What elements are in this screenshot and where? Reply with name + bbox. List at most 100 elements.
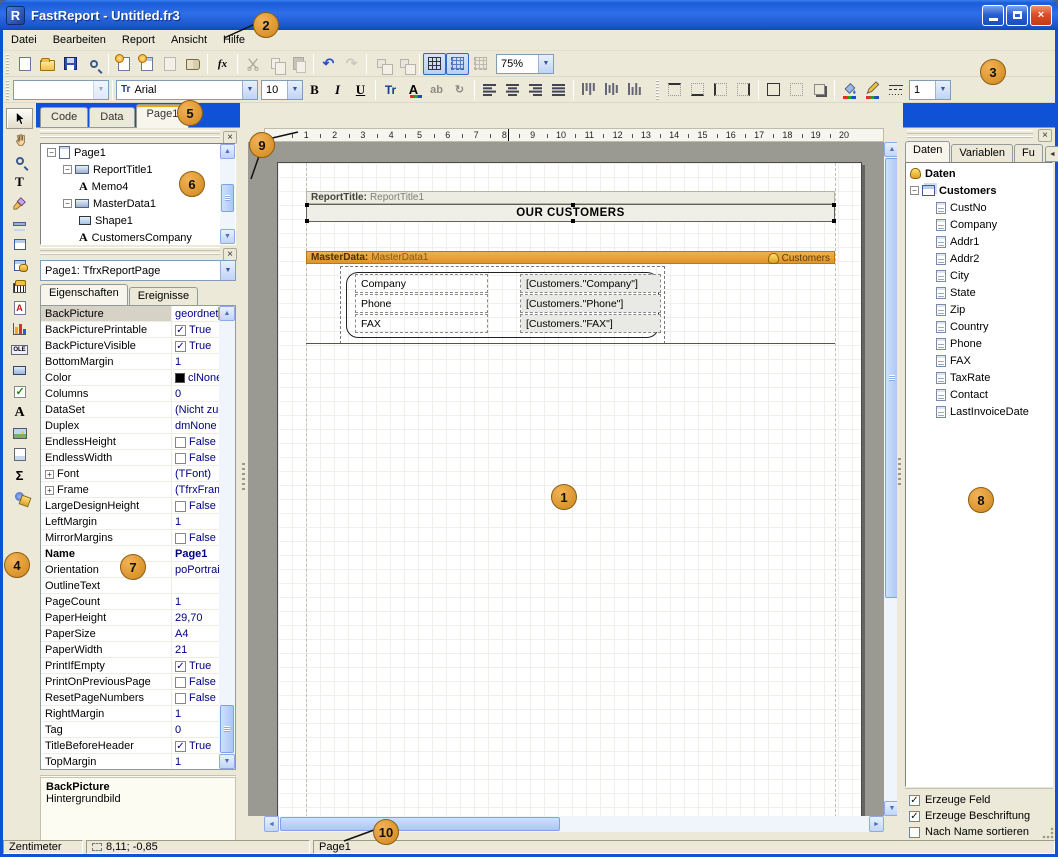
menu-hilfe[interactable]: Hilfe <box>215 32 253 48</box>
property-row-backpicture[interactable]: BackPicturegeordnet)... <box>41 306 235 322</box>
font-settings-button[interactable]: Tr <box>379 79 402 101</box>
insert-sum-button[interactable]: Σ <box>6 465 33 486</box>
tree-item-customerscompany[interactable]: ACustomersCompany <box>41 229 235 245</box>
line-color-button[interactable] <box>861 79 884 101</box>
report-title-memo[interactable]: OUR CUSTOMERS <box>306 204 835 222</box>
property-row-leftmargin[interactable]: LeftMargin1 <box>41 514 235 530</box>
property-row-endlesswidth[interactable]: EndlessWidthFalse <box>41 450 235 466</box>
property-row-backpicturevisible[interactable]: BackPictureVisible✓True <box>41 338 235 354</box>
field-item-taxrate[interactable]: TaxRate <box>906 369 1052 386</box>
tab-scroll-left-icon[interactable]: ◄ <box>1045 146 1058 162</box>
collapse-icon[interactable]: − <box>63 199 72 208</box>
align-top-button[interactable] <box>577 79 600 101</box>
object-selector-combobox[interactable]: Page1: TfrxReportPage ▼ <box>40 260 236 281</box>
property-row-rightmargin[interactable]: RightMargin1 <box>41 706 235 722</box>
frame-right-button[interactable] <box>732 79 755 101</box>
ungroup-button[interactable] <box>393 53 416 75</box>
insert-chart-button[interactable] <box>6 318 33 339</box>
memo-label-fax[interactable]: FAX <box>356 315 487 332</box>
memo-label-company[interactable]: Company <box>356 275 487 292</box>
canvas-hscrollbar[interactable]: ◄ ► <box>264 816 884 832</box>
collapse-icon[interactable]: − <box>47 148 56 157</box>
scrollbar-thumb[interactable] <box>221 184 234 212</box>
option-erzeuge-beschriftung[interactable]: ✓Erzeuge Beschriftung <box>907 808 1051 824</box>
expand-icon[interactable]: + <box>45 486 54 495</box>
frame-bottom-button[interactable] <box>686 79 709 101</box>
checkbox-icon[interactable] <box>175 693 186 704</box>
group-button[interactable] <box>370 53 393 75</box>
property-row-mirrormargins[interactable]: MirrorMarginsFalse <box>41 530 235 546</box>
chevron-down-icon[interactable]: ▼ <box>538 55 553 73</box>
menu-report[interactable]: Report <box>114 32 163 48</box>
insert-draw-button[interactable] <box>6 486 33 507</box>
checkbox-icon[interactable]: ✓ <box>175 741 186 752</box>
memo-field-fax[interactable]: [Customers."FAX"] <box>521 315 660 332</box>
insert-checkbox-button[interactable] <box>6 381 33 402</box>
field-item-fax[interactable]: FAX <box>906 352 1052 369</box>
hand-tool[interactable] <box>6 129 33 150</box>
save-report-button[interactable] <box>59 53 82 75</box>
horizontal-ruler[interactable]: 1234567891011121314151617181920 <box>264 128 884 142</box>
property-row-endlessheight[interactable]: EndlessHeightFalse <box>41 434 235 450</box>
tab-ereignisse[interactable]: Ereignisse <box>129 287 198 305</box>
cut-button[interactable] <box>241 53 264 75</box>
tab-daten[interactable]: Daten <box>905 141 950 162</box>
minimize-button[interactable] <box>982 5 1004 26</box>
close-button[interactable]: × <box>1030 5 1052 26</box>
scroll-up-icon[interactable]: ▲ <box>219 306 235 321</box>
tab-fu[interactable]: Fu <box>1014 144 1043 162</box>
frame-all-button[interactable] <box>762 79 785 101</box>
tree-item-masterdata1[interactable]: −MasterData1 <box>41 195 235 212</box>
chevron-down-icon[interactable]: ▼ <box>93 81 108 99</box>
pane-grab-bar[interactable] <box>40 247 220 257</box>
align-middle-button[interactable] <box>600 79 623 101</box>
tree-item-page1[interactable]: −Page1 <box>41 144 235 161</box>
property-row-papersize[interactable]: PaperSizeA4 <box>41 626 235 642</box>
memo-field-phone[interactable]: [Customers."Phone"] <box>521 295 660 312</box>
checkbox-icon[interactable]: ✓ <box>909 795 920 806</box>
checkbox-icon[interactable]: ✓ <box>175 661 186 672</box>
insert-ole-button[interactable]: OLE <box>6 339 33 360</box>
property-row-printifempty[interactable]: PrintIfEmpty✓True <box>41 658 235 674</box>
preview-button[interactable] <box>82 53 105 75</box>
insert-richtext-button[interactable]: A <box>6 297 33 318</box>
font-color-button[interactable]: A <box>402 79 425 101</box>
insert-report-object-button[interactable] <box>6 234 33 255</box>
checkbox-icon[interactable] <box>175 501 186 512</box>
chevron-down-icon[interactable]: ▼ <box>220 261 235 280</box>
property-row-outlinetext[interactable]: OutlineText <box>41 578 235 594</box>
checkbox-icon[interactable] <box>175 453 186 464</box>
checkbox-icon[interactable] <box>175 533 186 544</box>
collapse-icon[interactable]: − <box>63 165 72 174</box>
new-report-button[interactable] <box>13 53 36 75</box>
frame-shadow-button[interactable] <box>808 79 831 101</box>
copy-button[interactable] <box>264 53 287 75</box>
tab-eigenschaften[interactable]: Eigenschaften <box>40 284 128 305</box>
frame-top-button[interactable] <box>663 79 686 101</box>
property-row-bottommargin[interactable]: BottomMargin1 <box>41 354 235 370</box>
property-row-tag[interactable]: Tag0 <box>41 722 235 738</box>
align-right-button[interactable] <box>524 79 547 101</box>
property-row-largedesignheight[interactable]: LargeDesignHeightFalse <box>41 498 235 514</box>
maximize-button[interactable] <box>1006 5 1028 26</box>
field-item-lastinvoicedate[interactable]: LastInvoiceDate <box>906 403 1052 420</box>
pane-grab-bar[interactable] <box>907 130 1033 140</box>
select-tool[interactable] <box>6 108 33 129</box>
italic-button[interactable]: I <box>326 79 349 101</box>
checkbox-icon[interactable] <box>175 677 186 688</box>
properties-scrollbar[interactable]: ▲ ▼ <box>219 306 235 769</box>
property-row-color[interactable]: ColorclNone <box>41 370 235 386</box>
fit-to-grid-button[interactable] <box>469 53 492 75</box>
page-settings-button[interactable] <box>181 53 204 75</box>
align-center-button[interactable] <box>501 79 524 101</box>
property-row-pagecount[interactable]: PageCount1 <box>41 594 235 610</box>
zoom-tool[interactable] <box>6 150 33 171</box>
checkbox-icon[interactable]: ✓ <box>909 811 920 822</box>
text-edit-tool[interactable]: T <box>6 171 33 192</box>
field-item-phone[interactable]: Phone <box>906 335 1052 352</box>
show-grid-button[interactable] <box>423 53 446 75</box>
field-item-city[interactable]: City <box>906 267 1052 284</box>
property-row-backpictureprintable[interactable]: BackPicturePrintable✓True <box>41 322 235 338</box>
property-row-duplex[interactable]: DuplexdmNone <box>41 418 235 434</box>
option-nach-name-sortieren[interactable]: Nach Name sortieren <box>907 824 1051 840</box>
